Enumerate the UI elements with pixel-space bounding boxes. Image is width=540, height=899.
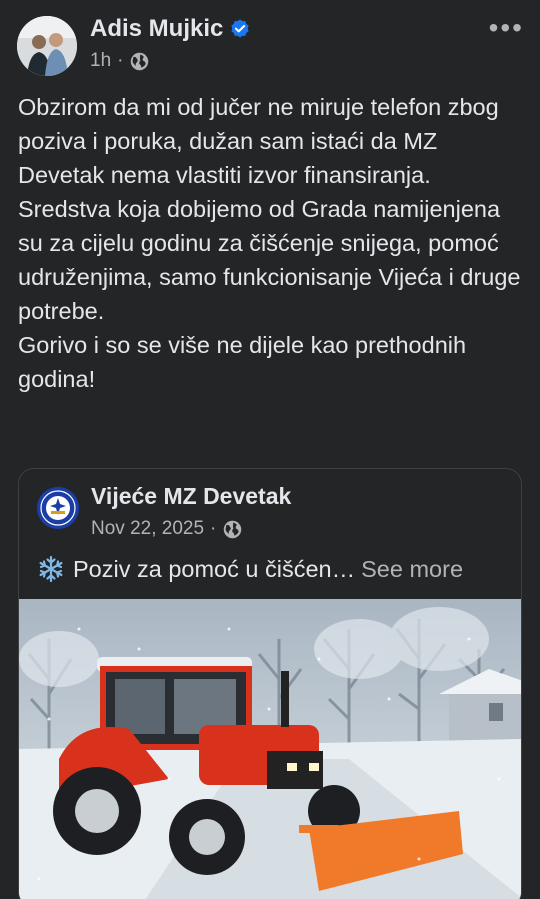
page-avatar[interactable] (37, 487, 79, 529)
tractor-snow-photo[interactable] (19, 599, 521, 899)
see-more-link[interactable]: See more (361, 556, 463, 583)
post-body: Obzirom da mi od jučer ne miruje telefon… (18, 90, 524, 396)
globe-icon[interactable] (129, 51, 150, 72)
shared-date[interactable]: Nov 22, 2025 (91, 518, 204, 540)
meta-separator: · (117, 50, 124, 71)
post-paragraph: Gorivo i so se više ne dijele kao pretho… (18, 332, 467, 392)
shared-post-card[interactable]: Vijeće MZ Devetak Nov 22, 2025 · Poziv z… (18, 468, 522, 899)
author-name[interactable]: Adis Mujkic (90, 15, 223, 43)
post-time[interactable]: 1h (90, 50, 111, 72)
globe-icon[interactable] (222, 519, 243, 540)
shared-meta: Nov 22, 2025 · (91, 518, 243, 540)
author-row: Adis Mujkic (90, 15, 251, 43)
page-name[interactable]: Vijeće MZ Devetak (91, 483, 291, 510)
snowflake-icon (39, 555, 63, 583)
shared-preview: Poziv za pomoć u čišćen… See more (37, 555, 507, 583)
preview-text: Poziv za pomoć u čišćen… (73, 555, 356, 582)
post-meta: 1h · (90, 50, 150, 72)
post-paragraph: Obzirom da mi od jučer ne miruje telefon… (18, 94, 499, 188)
author-avatar[interactable] (17, 16, 77, 76)
post-paragraph: Sredstva koja dobijemo od Grada namijenj… (18, 196, 521, 324)
verified-badge-icon (231, 19, 249, 38)
more-options-button[interactable]: ••• (489, 12, 524, 44)
meta-separator: · (210, 518, 217, 539)
facebook-post: Adis Mujkic 1h · ••• Obzirom da mi od ju… (0, 0, 540, 899)
